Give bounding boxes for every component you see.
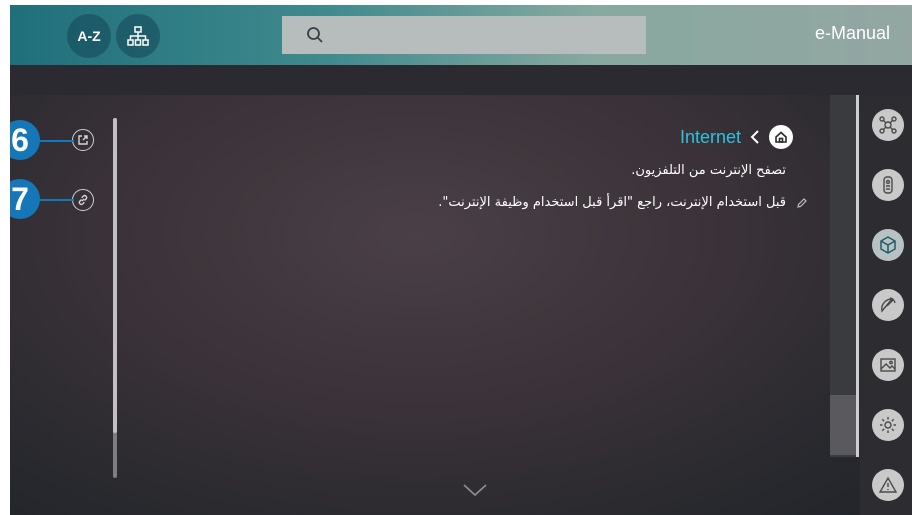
top-bar: A-Z e-Manual <box>10 5 912 65</box>
link-button[interactable] <box>72 189 94 211</box>
picture-button[interactable] <box>872 349 904 381</box>
left-scrollbar[interactable] <box>113 118 117 478</box>
a-z-label: A-Z <box>77 28 101 44</box>
chevron-left-icon[interactable] <box>749 129 761 145</box>
scroll-down-chevron-icon[interactable] <box>462 483 488 497</box>
page-description: تصفح الإنترنت من التلفزيون. <box>631 163 786 178</box>
warning-icon <box>878 476 898 493</box>
open-external-icon <box>78 135 88 145</box>
breadcrumb: Internet <box>680 125 793 149</box>
search-bar[interactable] <box>282 16 646 54</box>
open-external-button[interactable] <box>72 129 94 151</box>
picture-icon <box>880 358 896 372</box>
remote-button[interactable] <box>872 169 904 201</box>
warning-button[interactable] <box>872 469 904 501</box>
callout-6-number: 6 <box>11 121 29 158</box>
sitemap-icon <box>127 26 149 46</box>
home-icon <box>775 131 787 143</box>
satellite-button[interactable] <box>872 289 904 321</box>
network-button[interactable] <box>872 109 904 141</box>
callout-6: 6 <box>10 120 40 160</box>
apps-icon <box>880 236 896 254</box>
settings-button[interactable] <box>872 409 904 441</box>
callout-7-number: 7 <box>11 180 29 217</box>
tv-screen: A-Z e-Manual 6 7 Internet تصفح الإنترنت … <box>10 5 912 515</box>
link-icon <box>78 194 88 206</box>
a-z-button[interactable]: A-Z <box>67 14 111 58</box>
sitemap-button[interactable] <box>116 14 160 58</box>
right-scrollbar-thumb[interactable] <box>830 395 856 455</box>
sub-bar <box>10 65 912 95</box>
note: قبل استخدام الإنترنت، راجع "اقرأ قبل است… <box>438 195 808 210</box>
app-title: e-Manual <box>814 23 890 43</box>
page-title: Internet <box>679 126 741 147</box>
home-button[interactable] <box>769 125 793 149</box>
search-icon <box>307 27 323 43</box>
apps-button[interactable] <box>872 229 904 261</box>
callout-7: 7 <box>10 179 40 219</box>
note-text: قبل استخدام الإنترنت، راجع "اقرأ قبل است… <box>438 195 786 210</box>
satellite-icon <box>881 297 896 313</box>
settings-icon <box>880 417 896 433</box>
right-scrollbar-track <box>856 95 859 457</box>
remote-icon <box>883 176 893 194</box>
network-icon <box>879 116 897 134</box>
left-scrollbar-thumb[interactable] <box>113 118 117 433</box>
category-sidebar <box>860 95 912 515</box>
pencil-icon <box>797 197 807 208</box>
right-scrollbar[interactable] <box>830 95 859 457</box>
